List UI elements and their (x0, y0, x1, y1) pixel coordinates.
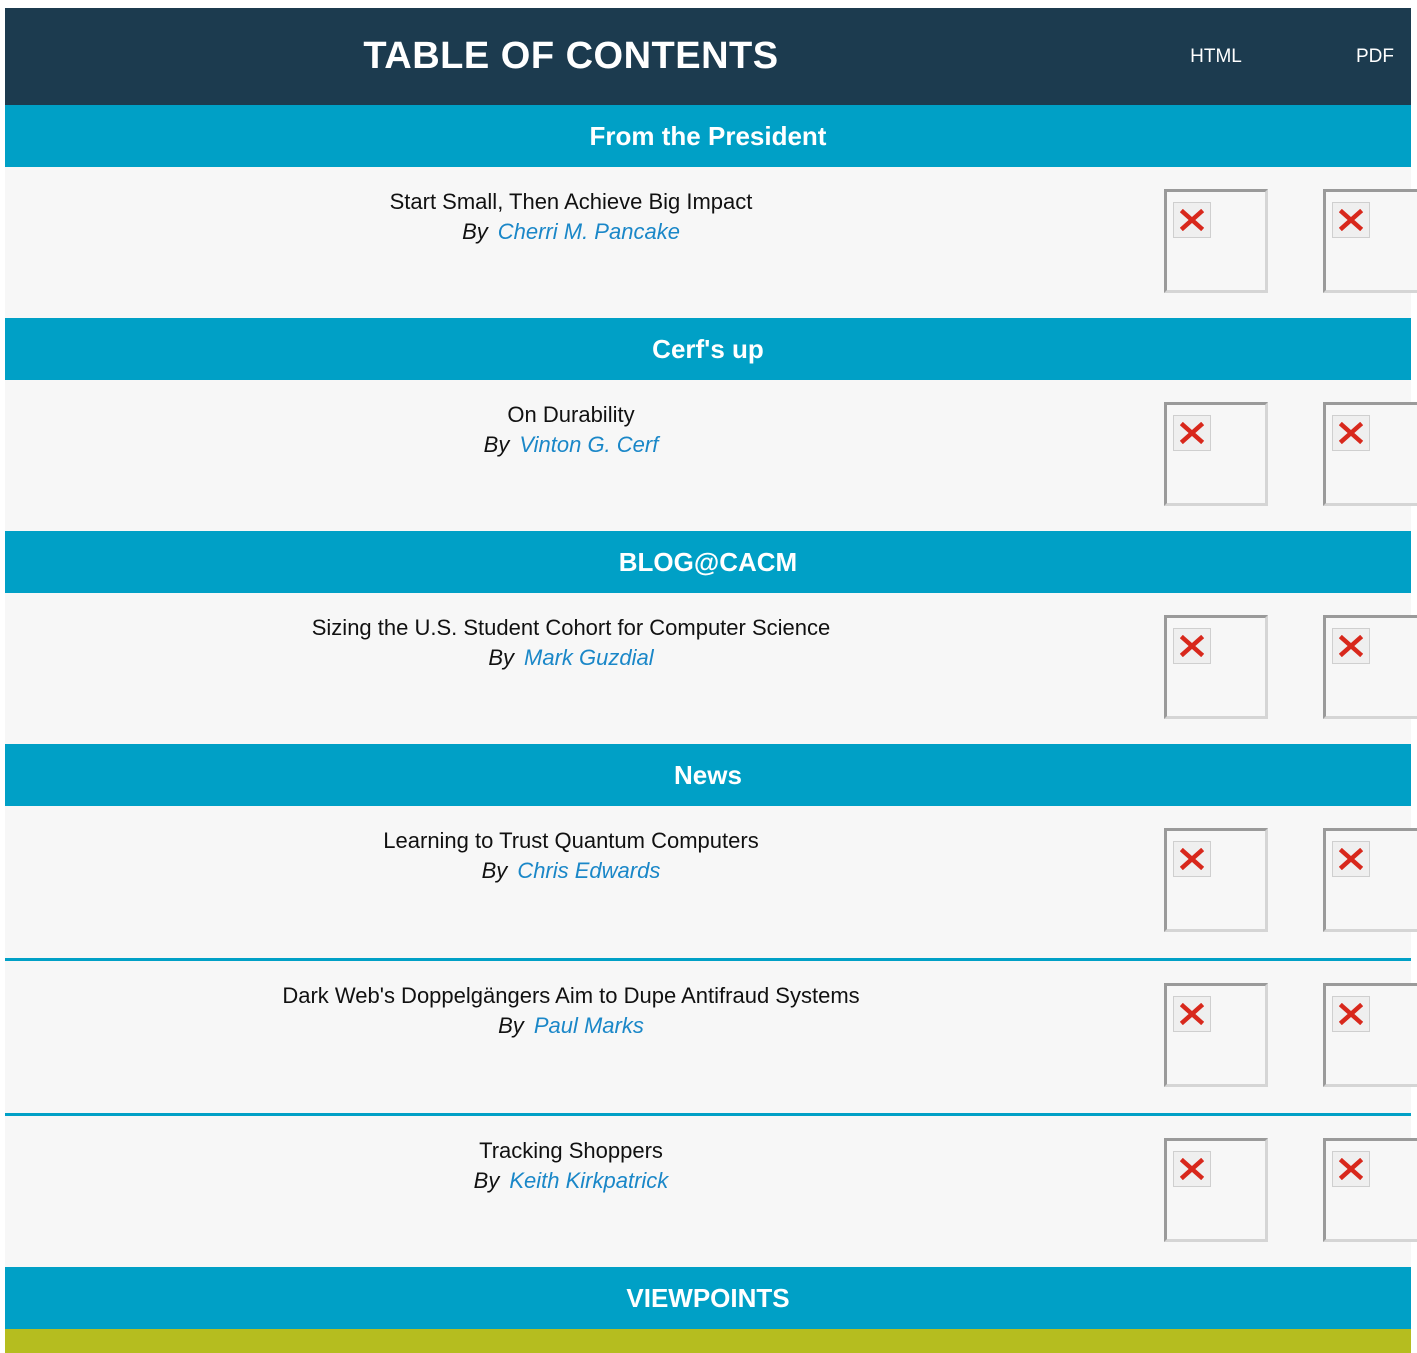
broken-image-icon (1332, 996, 1370, 1032)
article-info: Tracking Shoppers By Keith Kirkpatrick (5, 1136, 1137, 1196)
article-title: Dark Web's Doppelgängers Aim to Dupe Ant… (282, 983, 860, 1008)
html-link-image[interactable] (1164, 1138, 1268, 1242)
section-header-news: News (5, 744, 1411, 806)
section-header-from-the-president: From the President (5, 105, 1411, 167)
author-link[interactable]: Keith Kirkpatrick (509, 1168, 668, 1193)
broken-image-icon (1332, 202, 1370, 238)
broken-image-icon (1173, 1151, 1211, 1187)
article-row: Start Small, Then Achieve Big Impact By C… (5, 167, 1417, 318)
article-title: Sizing the U.S. Student Cohort for Compu… (311, 615, 831, 640)
broken-image-icon (1173, 202, 1211, 238)
html-column-label: HTML (1190, 45, 1242, 67)
html-link-image[interactable] (1164, 402, 1268, 506)
by-label: By (498, 1013, 524, 1038)
article-row: Sizing the U.S. Student Cohort for Compu… (5, 593, 1417, 744)
html-link-image[interactable] (1164, 828, 1268, 932)
author-link[interactable]: Chris Edwards (517, 858, 660, 883)
author-link[interactable]: Cherri M. Pancake (498, 219, 680, 244)
author-link[interactable]: Mark Guzdial (524, 645, 654, 670)
broken-image-icon (1332, 841, 1370, 877)
html-link-image[interactable] (1164, 615, 1268, 719)
toc-header: TABLE OF CONTENTS HTML PDF (5, 8, 1411, 105)
pdf-link-image[interactable] (1323, 615, 1417, 719)
pdf-link-image[interactable] (1323, 983, 1417, 1087)
html-link-image[interactable] (1164, 189, 1268, 293)
article-title: Start Small, Then Achieve Big Impact (389, 189, 753, 214)
article-info: Start Small, Then Achieve Big Impact By C… (5, 187, 1137, 247)
byline: By Chris Edwards (5, 856, 1137, 886)
byline: By Cherri M. Pancake (5, 217, 1137, 247)
byline: By Mark Guzdial (5, 643, 1137, 673)
article-row: Learning to Trust Quantum Computers By Ch… (5, 806, 1417, 961)
article-title: Learning to Trust Quantum Computers (383, 828, 759, 853)
broken-image-icon (1332, 1151, 1370, 1187)
subsection-band (5, 1329, 1411, 1353)
pdf-link-image[interactable] (1323, 402, 1417, 506)
broken-image-icon (1332, 628, 1370, 664)
article-info: Sizing the U.S. Student Cohort for Compu… (5, 613, 1137, 673)
article-info: Learning to Trust Quantum Computers By Ch… (5, 826, 1137, 886)
by-label: By (488, 645, 515, 670)
author-link[interactable]: Vinton G. Cerf (519, 432, 658, 457)
article-title: On Durability (507, 402, 635, 427)
pdf-link-image[interactable] (1323, 189, 1417, 293)
broken-image-icon (1332, 415, 1370, 451)
section-header-cerfs-up: Cerf's up (5, 318, 1411, 380)
by-label: By (462, 219, 488, 244)
pdf-link-image[interactable] (1323, 828, 1417, 932)
html-link-image[interactable] (1164, 983, 1268, 1087)
section-header-blog-cacm: BLOG@CACM (5, 531, 1411, 593)
by-label: By (483, 432, 510, 457)
by-label: By (473, 1168, 500, 1193)
broken-image-icon (1173, 841, 1211, 877)
pdf-column-label: PDF (1356, 45, 1394, 67)
toc-page: TABLE OF CONTENTS HTML PDF From the Pres… (5, 8, 1417, 1353)
byline: By Keith Kirkpatrick (5, 1166, 1137, 1196)
broken-image-icon (1173, 415, 1211, 451)
broken-image-icon (1173, 628, 1211, 664)
article-info: On Durability By Vinton G. Cerf (5, 400, 1137, 460)
byline: By Vinton G. Cerf (5, 430, 1137, 460)
article-info: Dark Web's Doppelgängers Aim to Dupe Ant… (5, 981, 1137, 1041)
by-label: By (481, 858, 508, 883)
article-row: Tracking Shoppers By Keith Kirkpatrick (5, 1116, 1417, 1267)
article-row: On Durability By Vinton G. Cerf (5, 380, 1417, 531)
article-row: Dark Web's Doppelgängers Aim to Dupe Ant… (5, 961, 1417, 1116)
page-title: TABLE OF CONTENTS (363, 35, 779, 77)
byline: By Paul Marks (5, 1011, 1137, 1041)
broken-image-icon (1173, 996, 1211, 1032)
article-title: Tracking Shoppers (479, 1138, 663, 1163)
author-link[interactable]: Paul Marks (534, 1013, 644, 1038)
pdf-link-image[interactable] (1323, 1138, 1417, 1242)
section-header-viewpoints: VIEWPOINTS (5, 1267, 1411, 1329)
